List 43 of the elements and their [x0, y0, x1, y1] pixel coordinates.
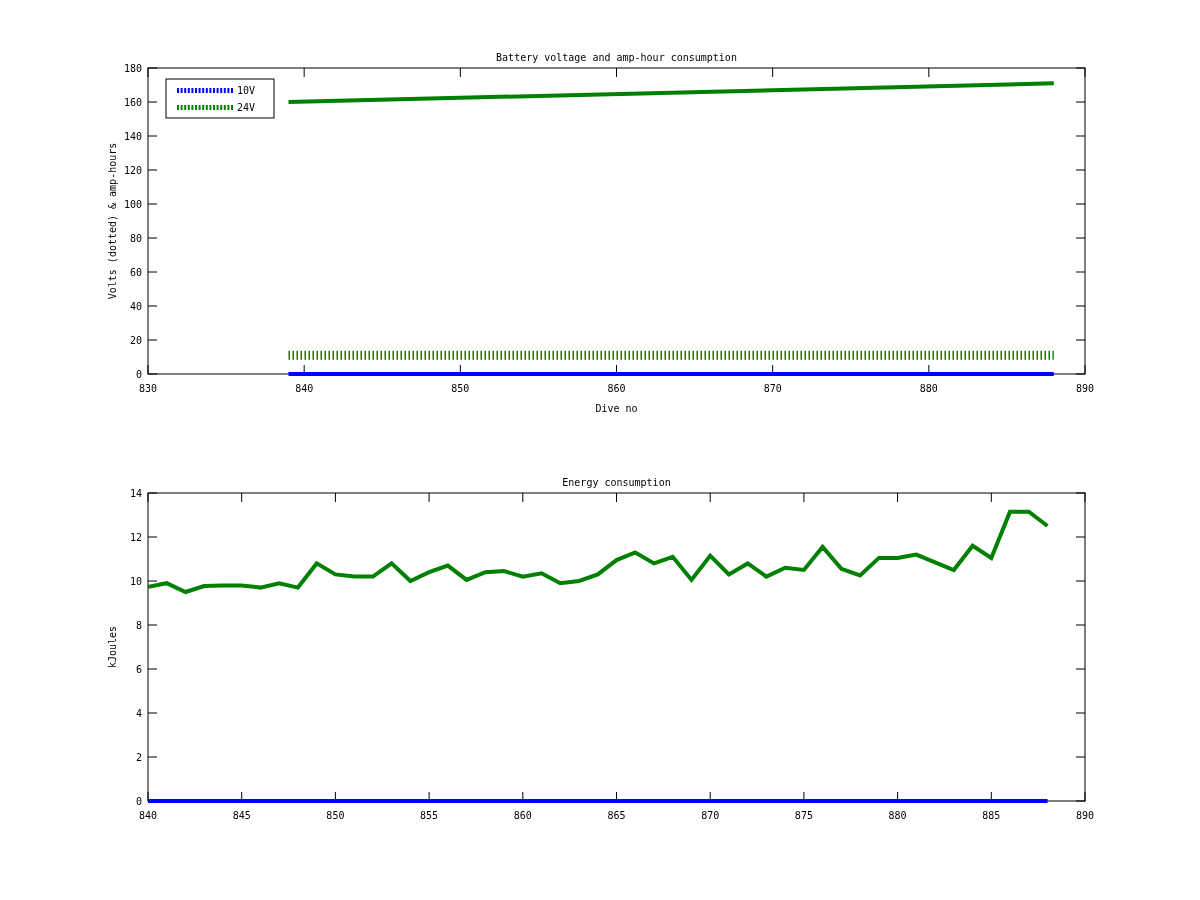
x-tick-label: 880	[888, 810, 907, 821]
y-axis-label: kJoules	[107, 625, 118, 669]
y-tick-label: 4	[135, 708, 142, 719]
y-tick-label: 180	[123, 63, 142, 74]
x-tick-label: 875	[794, 810, 813, 821]
x-tick-label: 870	[763, 383, 782, 394]
chart-title: Battery voltage and amp-hour consumption	[496, 52, 737, 63]
x-tick-label: 860	[513, 810, 532, 821]
x-tick-label: 890	[1075, 383, 1095, 394]
x-tick-label: 865	[607, 810, 626, 821]
y-tick-label: 80	[129, 233, 142, 244]
y-tick-label: 160	[123, 97, 142, 108]
y-tick-label: 140	[123, 131, 142, 142]
x-axis-label: Dive no	[595, 403, 638, 414]
y-tick-label: 0	[135, 369, 142, 380]
y-tick-label: 60	[129, 267, 142, 278]
legend-label: 10V	[237, 85, 256, 96]
y-tick-label: 8	[135, 620, 142, 631]
y-tick-label: 20	[129, 335, 142, 346]
x-tick-label: 850	[326, 810, 345, 821]
chart-title: Energy consumption	[562, 477, 671, 488]
x-tick-label: 870	[701, 810, 720, 821]
y-tick-label: 14	[129, 488, 142, 499]
y-tick-label: 100	[123, 199, 142, 210]
x-tick-label: 885	[982, 810, 1001, 821]
y-tick-label: 10	[129, 576, 142, 587]
y-tick-label: 120	[123, 165, 142, 176]
x-tick-label: 890	[1075, 810, 1095, 821]
y-tick-label: 6	[135, 664, 142, 675]
y-tick-label: 40	[129, 301, 142, 312]
x-tick-label: 845	[232, 810, 251, 821]
x-tick-label: 840	[295, 383, 314, 394]
x-tick-label: 860	[607, 383, 626, 394]
y-tick-label: 0	[135, 796, 142, 807]
x-tick-label: 830	[138, 383, 158, 394]
x-tick-label: 855	[420, 810, 439, 821]
y-tick-label: 12	[129, 532, 142, 543]
legend-label: 24V	[237, 102, 256, 113]
y-axis-label: Volts (dotted) & amp-hours	[107, 142, 118, 300]
y-tick-label: 2	[135, 752, 142, 763]
x-tick-label: 850	[451, 383, 470, 394]
x-tick-label: 880	[919, 383, 938, 394]
x-tick-label: 840	[138, 810, 158, 821]
